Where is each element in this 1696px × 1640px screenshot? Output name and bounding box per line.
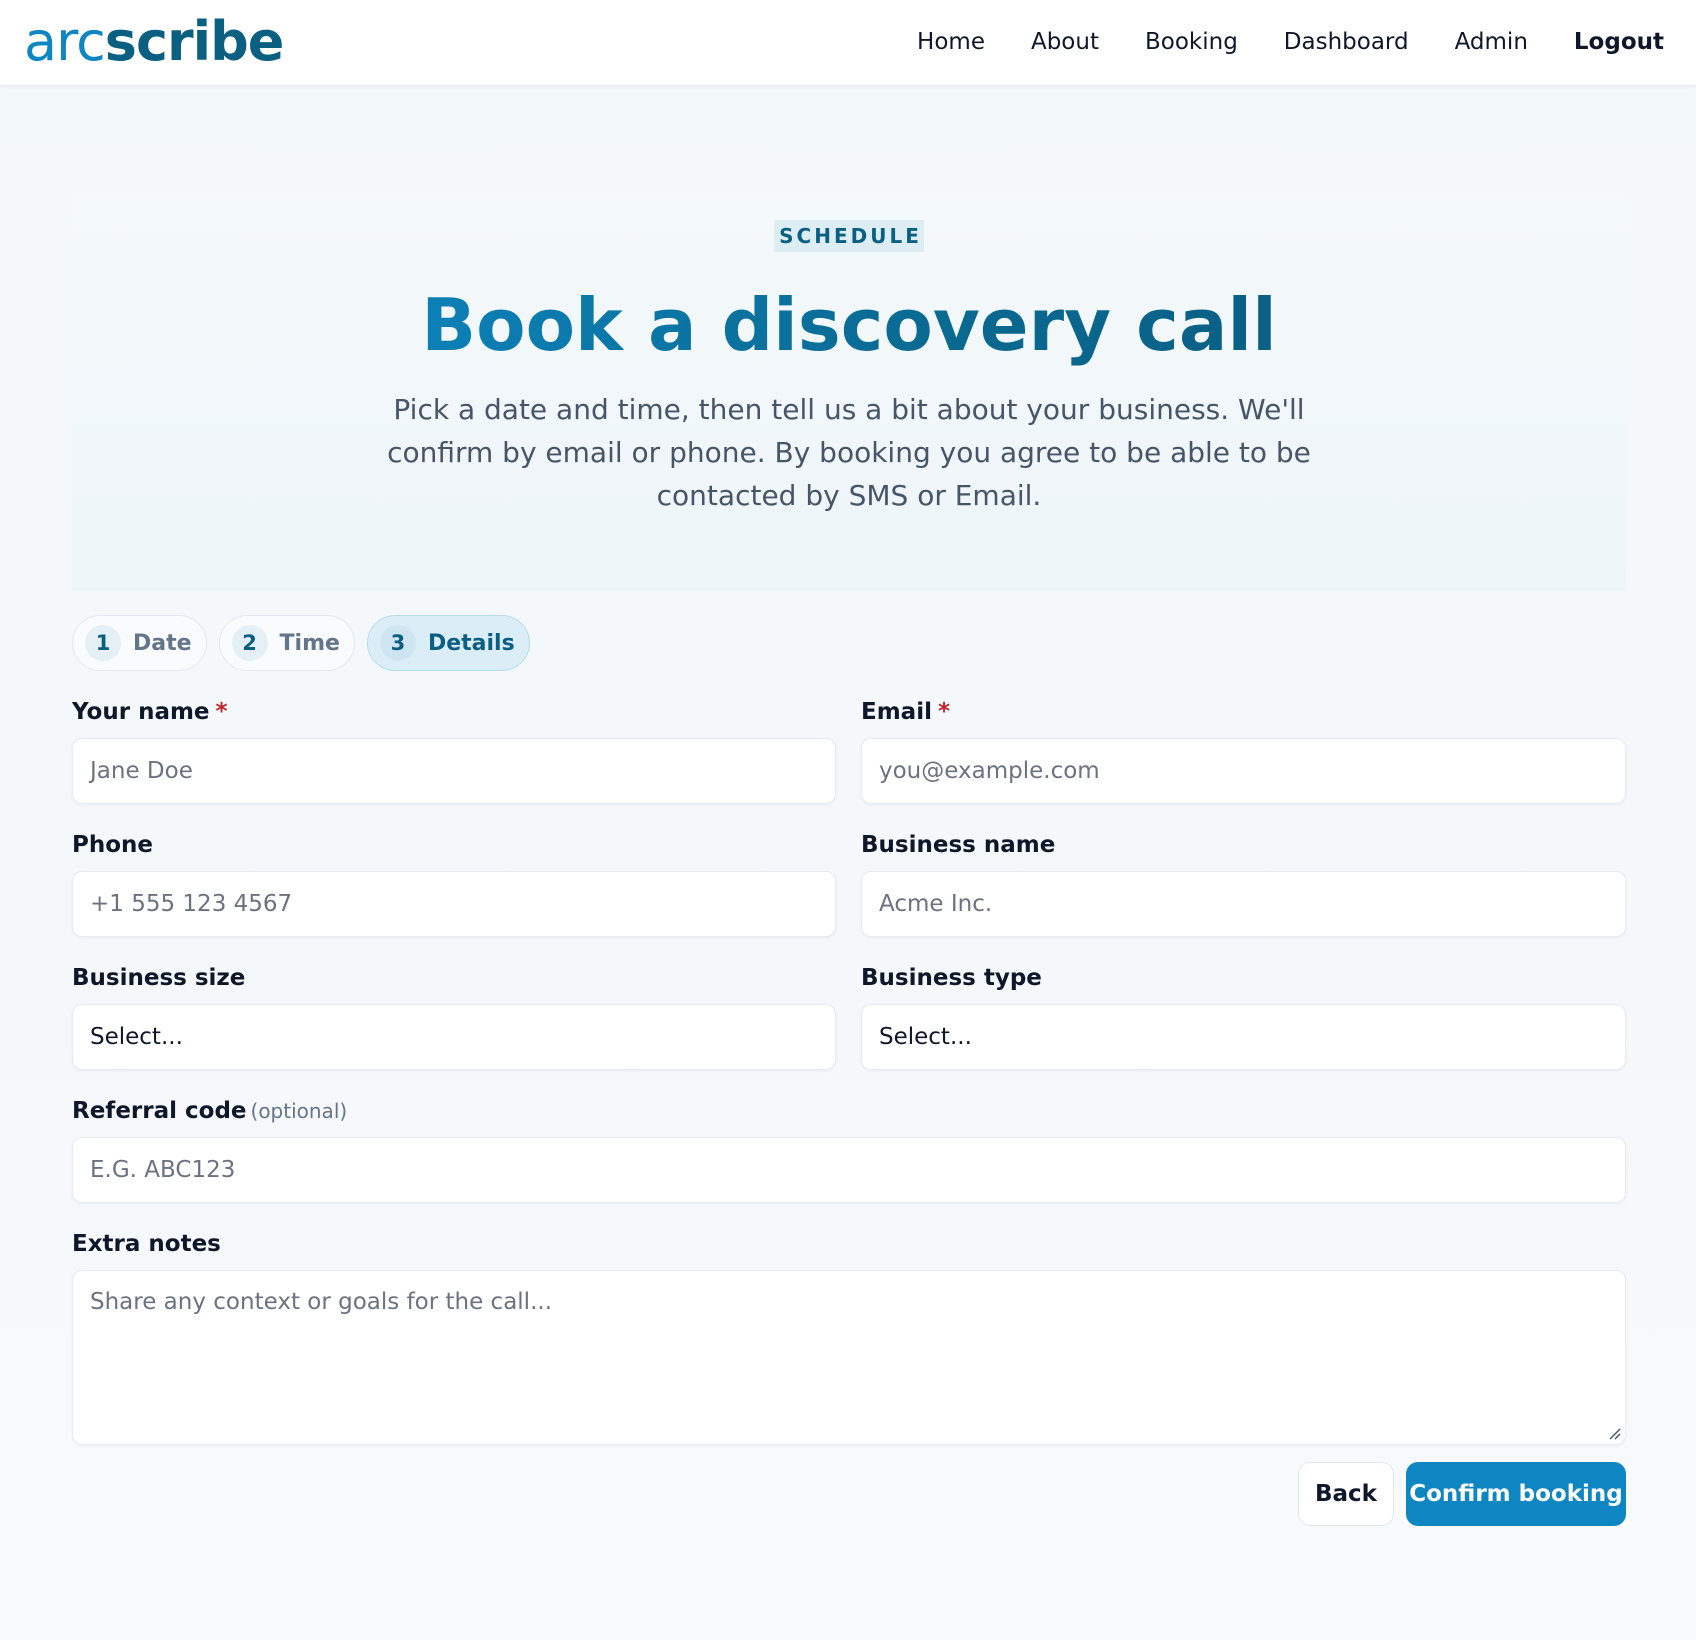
business-name-field-group: Business name Acme Inc.: [861, 829, 1626, 937]
back-button[interactable]: Back: [1298, 1462, 1394, 1526]
business-size-label: Business size: [72, 965, 246, 991]
notes-label: Extra notes: [72, 1231, 221, 1257]
notes-placeholder: Share any context or goals for the call.…: [90, 1289, 553, 1315]
nav-home-link[interactable]: Home: [917, 26, 985, 58]
step-number: 1: [85, 625, 121, 661]
email-field-group: Email * you@example.com: [861, 696, 1626, 804]
business-name-label: Business name: [861, 832, 1056, 858]
phone-field-group: Phone +1 555 123 4567: [72, 829, 836, 937]
phone-input[interactable]: +1 555 123 4567: [72, 871, 836, 937]
page-title: Book a discovery call: [72, 284, 1626, 366]
step-indicator: 1 Date 2 Time 3 Details: [72, 615, 530, 671]
brand-logo-arc: arc: [24, 10, 106, 73]
step-number: 3: [379, 625, 416, 661]
email-label: Email: [861, 699, 932, 725]
business-size-select[interactable]: Select...: [72, 1004, 836, 1070]
eyebrow-badge: SCHEDULE: [774, 220, 924, 252]
required-mark: *: [937, 699, 950, 725]
referral-field-group: Referral code (optional) E.G. ABC123: [72, 1095, 1626, 1203]
business-size-field-group: Business size Select...: [72, 962, 836, 1070]
resize-handle-icon[interactable]: [1607, 1426, 1621, 1440]
referral-label: Referral code: [72, 1098, 247, 1124]
phone-label: Phone: [72, 832, 154, 858]
hero-section: SCHEDULE Book a discovery call Pick a da…: [72, 198, 1626, 591]
step-time[interactable]: 2 Time: [218, 615, 355, 671]
nav-logout-link[interactable]: Logout: [1574, 26, 1664, 58]
name-label: Your name: [72, 699, 210, 725]
name-field-group: Your name * Jane Doe: [72, 696, 836, 804]
nav-admin-link[interactable]: Admin: [1455, 26, 1528, 58]
step-number: 2: [231, 625, 268, 661]
step-label: Details: [427, 630, 515, 656]
step-label: Time: [279, 630, 340, 656]
nav-dashboard-link[interactable]: Dashboard: [1284, 26, 1409, 58]
email-input[interactable]: you@example.com: [861, 738, 1626, 804]
brand-logo-scribe: scribe: [104, 10, 285, 73]
notes-textarea[interactable]: Share any context or goals for the call.…: [72, 1270, 1626, 1445]
nav-about-link[interactable]: About: [1031, 26, 1099, 58]
business-name-input[interactable]: Acme Inc.: [861, 871, 1626, 937]
main-nav: Home About Booking Dashboard Admin Logou…: [871, 26, 1664, 58]
brand-logo[interactable]: arcscribe: [24, 8, 285, 76]
required-mark: *: [215, 699, 228, 725]
page-description: Pick a date and time, then tell us a bit…: [387, 393, 1311, 512]
confirm-booking-button[interactable]: Confirm booking: [1406, 1462, 1626, 1526]
nav-booking-link[interactable]: Booking: [1145, 26, 1238, 58]
optional-hint: (optional): [250, 1099, 348, 1123]
step-label: Date: [133, 630, 192, 656]
referral-code-input[interactable]: E.G. ABC123: [72, 1137, 1626, 1203]
step-date[interactable]: 1 Date: [72, 615, 207, 671]
business-type-select[interactable]: Select...: [861, 1004, 1626, 1070]
notes-field-group: Extra notes Share any context or goals f…: [72, 1228, 1626, 1445]
business-type-label: Business type: [861, 965, 1042, 991]
name-input[interactable]: Jane Doe: [72, 738, 836, 804]
business-type-field-group: Business type Select...: [861, 962, 1626, 1070]
step-details[interactable]: 3 Details: [366, 615, 530, 671]
top-navigation-bar: arcscribe Home About Booking Dashboard A…: [0, 0, 1696, 86]
